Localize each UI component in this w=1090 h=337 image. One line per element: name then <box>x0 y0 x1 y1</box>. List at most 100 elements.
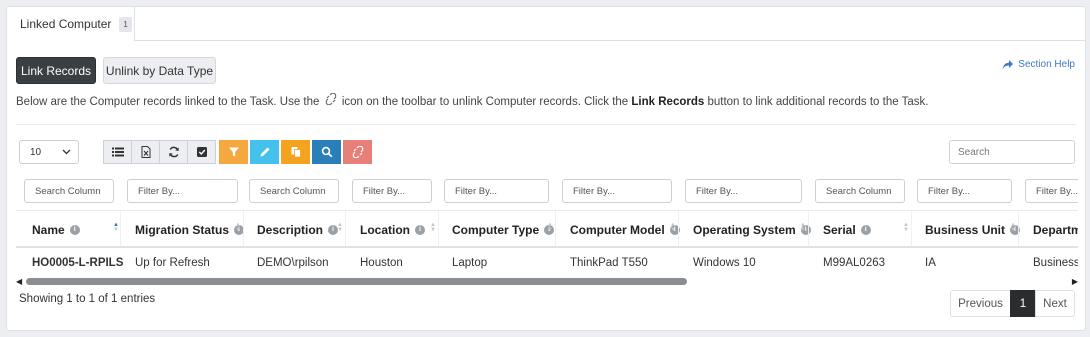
sort-icon: ▲ ▼ <box>1010 222 1016 233</box>
checkbox-icon <box>196 147 207 157</box>
cell-location: Houston <box>360 257 403 269</box>
copy-button[interactable] <box>281 140 310 164</box>
intro-part1: Below are the Computer records linked to… <box>16 96 320 108</box>
column-label: Computer Type <box>452 222 540 237</box>
filter-migration-status[interactable]: Filter By... <box>127 179 238 203</box>
sort-icon: ▲ ▼ <box>337 222 343 233</box>
sort-icon: ▲ ▼ <box>670 222 676 233</box>
pencil-icon <box>260 147 269 157</box>
link-records-button[interactable]: Link Records <box>16 57 96 84</box>
table-toolbar <box>103 140 372 164</box>
tab-count-badge: 1 <box>119 16 132 32</box>
filter-department[interactable]: Filter By... <box>1025 179 1078 203</box>
filter-computer-type[interactable]: Filter By... <box>444 179 549 203</box>
info-icon: i <box>69 224 80 235</box>
page-size-select[interactable]: 10 <box>19 140 79 164</box>
list-icon <box>111 147 124 157</box>
scroll-left-icon[interactable]: ◀ <box>16 277 22 286</box>
sort-icon: ▲ ▼ <box>235 222 241 233</box>
intro-text: Below are the Computer records linked to… <box>16 92 929 108</box>
horizontal-scrollbar[interactable]: ◀ ▶ <box>16 277 1078 287</box>
section-help-label: Section Help <box>1018 59 1075 70</box>
sort-icon: ▲ ▼ <box>547 222 553 233</box>
cell-computer-type: Laptop <box>452 257 488 269</box>
scrollbar-thumb[interactable] <box>26 278 687 285</box>
unlink-icon <box>352 146 363 158</box>
cell-operating-system: Windows 10 <box>693 257 756 269</box>
linked-records-table: Search Column Filter By... Search Column… <box>16 173 1078 275</box>
column-label: Name <box>32 222 65 237</box>
column-label: Computer Model <box>570 222 665 237</box>
select-all-button[interactable] <box>187 140 216 164</box>
sort-icon: ▲ ▼ <box>430 222 436 233</box>
filter-serial[interactable]: Search Column <box>815 179 905 203</box>
cell-computer-model: ThinkPad T550 <box>570 257 648 269</box>
column-label: Description <box>257 222 324 237</box>
column-header-department[interactable]: Departme <box>1025 211 1078 248</box>
refresh-icon <box>168 146 179 158</box>
column-header-migration-status[interactable]: Migration Status i <box>127 211 245 248</box>
info-icon: i <box>860 224 871 235</box>
column-header-operating-system[interactable]: Operating System i <box>685 211 811 248</box>
pagination: Previous 1 Next <box>950 290 1075 317</box>
linked-computer-panel: Linked Computer 1 Link Records Unlink by… <box>6 6 1086 331</box>
filter-computer-model[interactable]: Filter By... <box>562 179 672 203</box>
column-label: Location <box>360 222 410 237</box>
cell-department: Business A <box>1033 257 1078 269</box>
previous-page-button[interactable]: Previous <box>950 290 1011 317</box>
column-header-computer-type[interactable]: Computer Type i <box>444 211 555 248</box>
page-1-button[interactable]: 1 <box>1010 290 1036 317</box>
tab-label: Linked Computer <box>20 17 112 31</box>
unlink-button[interactable] <box>343 140 372 164</box>
list-view-button[interactable] <box>103 140 132 164</box>
column-header-description[interactable]: Description i <box>249 211 339 248</box>
filter-icon <box>228 147 239 157</box>
column-header-location[interactable]: Location i <box>352 211 425 248</box>
header-row: Name i ▲ ▼ Migration Status i ▲ ▼ Descriptio… <box>16 211 1078 248</box>
next-page-button[interactable]: Next <box>1035 290 1075 317</box>
scroll-right-icon[interactable]: ▶ <box>1072 277 1078 286</box>
export-excel-icon <box>141 146 150 158</box>
chevron-down-icon <box>62 149 71 155</box>
intro-part3: button to link additional records to the… <box>707 96 929 108</box>
section-help-link[interactable]: Section Help <box>1002 59 1075 70</box>
intro-part2: icon on the toolbar to unlink Computer r… <box>341 96 629 108</box>
sort-icon: ▲ ▼ <box>800 222 806 233</box>
tab-linked-computer[interactable]: Linked Computer 1 <box>7 7 135 42</box>
column-header-serial[interactable]: Serial i <box>815 211 871 248</box>
cell-migration-status: Up for Refresh <box>135 257 210 269</box>
entries-info: Showing 1 to 1 of 1 entries <box>19 293 156 305</box>
cell-name: HO0005-L-RPILS <box>32 257 124 269</box>
cell-serial: M99AL0263 <box>823 257 886 269</box>
filter-operating-system[interactable]: Filter By... <box>685 179 802 203</box>
filter-button[interactable] <box>219 140 248 164</box>
refresh-button[interactable] <box>159 140 188 164</box>
column-label: Operating System <box>693 222 796 237</box>
unlink-by-data-type-button[interactable]: Unlink by Data Type <box>103 57 216 84</box>
column-label: Serial <box>823 222 856 237</box>
filter-location[interactable]: Filter By... <box>352 179 432 203</box>
cell-description: DEMO\rpilson <box>257 257 329 269</box>
table-row[interactable]: HO0005-L-RPILS Up for Refresh DEMO\rpils… <box>16 248 1078 275</box>
column-label: Business Unit <box>925 222 1006 237</box>
table-search-input[interactable]: Search <box>949 140 1075 164</box>
column-header-business-unit[interactable]: Business Unit i <box>917 211 1021 248</box>
export-excel-button[interactable] <box>131 140 160 164</box>
column-header-computer-model[interactable]: Computer Model i <box>562 211 680 248</box>
sort-icon: ▲ ▼ <box>113 222 119 233</box>
page-size-value: 10 <box>30 146 42 158</box>
search-button[interactable] <box>312 140 341 164</box>
cell-business-unit: IA <box>925 257 936 269</box>
filter-name[interactable]: Search Column <box>24 179 114 203</box>
filter-description[interactable]: Search Column <box>249 179 339 203</box>
copy-icon <box>291 147 301 158</box>
search-icon <box>321 146 332 158</box>
edit-button[interactable] <box>250 140 279 164</box>
column-header-name[interactable]: Name i <box>24 211 80 248</box>
filter-business-unit[interactable]: Filter By... <box>917 179 1012 203</box>
unlink-icon <box>325 92 337 108</box>
share-arrow-icon <box>1002 59 1014 69</box>
column-label: Departme <box>1033 222 1078 237</box>
intro-link-records-bold: Link Records <box>631 96 705 108</box>
filter-row: Search Column Filter By... Search Column… <box>16 173 1078 211</box>
